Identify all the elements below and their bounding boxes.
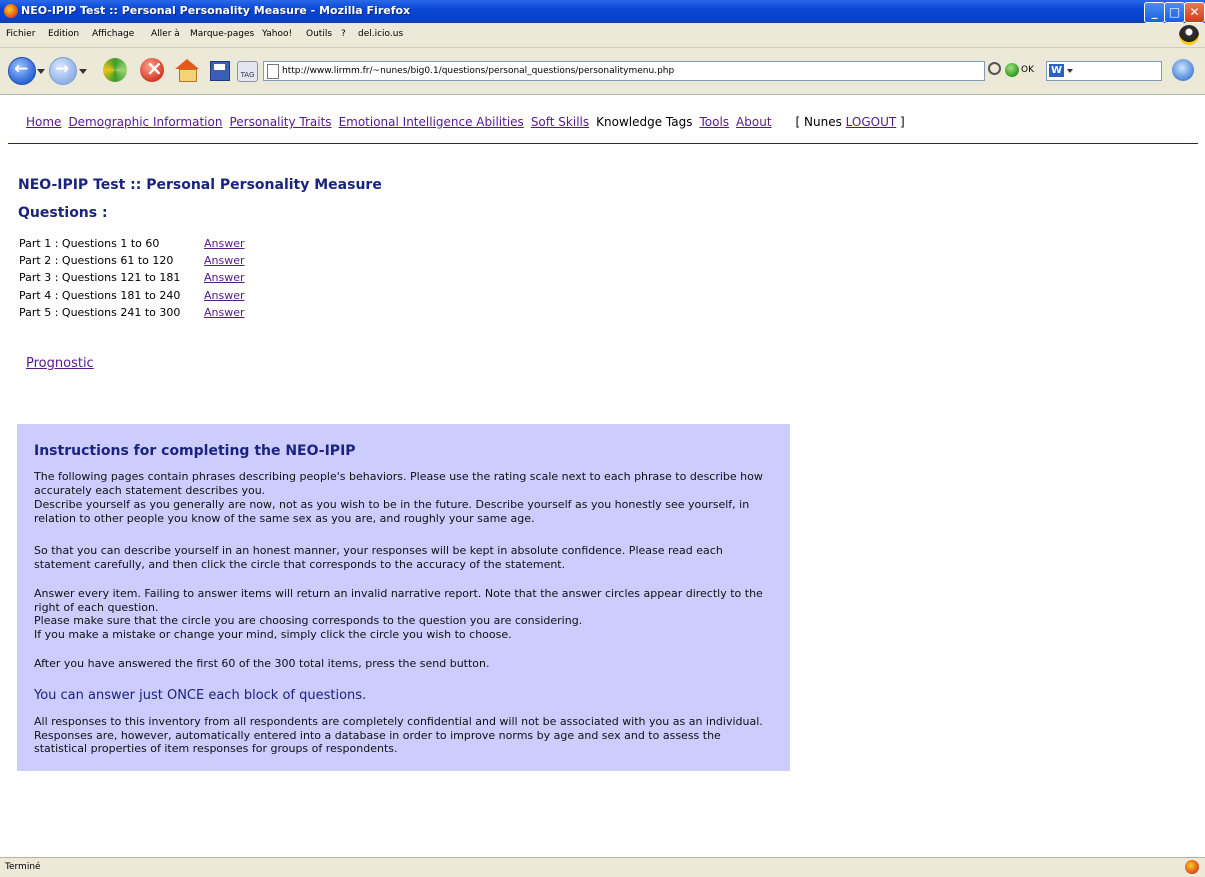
menu-yahoo[interactable]: Yahoo! [262,29,292,39]
w-search-box[interactable]: W [1046,61,1162,81]
go-ok-button[interactable]: OK [1005,61,1034,79]
back-dropdown-icon[interactable] [37,69,45,74]
feed-icon[interactable] [1172,59,1194,81]
menu-fichier[interactable]: Fichier [6,29,35,39]
part-label: Part 4 : Questions 181 to 240 [19,288,181,302]
menu-bar: Fichier Edition Affichage Aller à Marque… [0,23,1205,48]
save-icon[interactable] [210,61,230,81]
home-icon [175,59,199,69]
forward-button[interactable] [49,57,77,85]
menu-delicious[interactable]: del.icio.us [358,29,403,39]
nav-knowledge-tags: Knowledge Tags [596,115,693,129]
window-title: NEO-IPIP Test :: Personal Personality Me… [21,4,411,17]
nav-about[interactable]: About [736,115,771,129]
firefox-status-icon[interactable] [1185,860,1199,874]
back-button[interactable] [8,57,36,85]
instructions-paragraph: If you make a mistake or change your min… [34,628,512,641]
go-arrow-icon [1005,62,1019,77]
close-button[interactable]: ✕ [1184,2,1205,23]
prognostic-link[interactable]: Prognostic [26,356,94,371]
menu-aller-a[interactable]: Aller à [151,29,180,39]
logout-link[interactable]: LOGOUT [846,115,897,129]
menu-help[interactable]: ? [341,29,346,39]
minimize-button[interactable]: _ [1144,2,1165,23]
instructions-paragraph: Answer every item. Failing to answer ite… [34,587,763,614]
instructions-paragraph: So that you can describe yourself in an … [34,544,723,571]
address-bar[interactable] [263,61,985,81]
questions-heading: Questions : [18,205,108,221]
part-label: Part 3 : Questions 121 to 181 [19,271,181,285]
instructions-paragraph: The following pages contain phrases desc… [34,470,763,497]
reload-button[interactable] [103,58,127,82]
answer-once-notice: You can answer just ONCE each block of q… [34,688,367,703]
nav-tools[interactable]: Tools [699,115,729,129]
page-title: NEO-IPIP Test :: Personal Personality Me… [18,177,382,193]
instructions-paragraph: All responses to this inventory from all… [34,715,763,756]
nav-personality-traits[interactable]: Personality Traits [229,115,331,129]
instructions-paragraph: After you have answered the first 60 of … [34,657,490,670]
list-item: Part 4 : Questions 181 to 240 Answer [19,287,245,304]
instructions-paragraph: Please make sure that the circle you are… [34,614,583,627]
page-content: Home Demographic Information Personality T… [0,95,1205,857]
status-text: Terminé [5,862,41,872]
go-circle-icon[interactable] [988,62,1001,75]
throbber-icon [1179,25,1199,45]
tag-button[interactable]: TAG [237,61,258,82]
nav-home[interactable]: Home [26,115,61,129]
url-input[interactable] [282,63,972,78]
answer-link[interactable]: Answer [204,289,245,302]
part-label: Part 2 : Questions 61 to 120 [19,254,174,268]
firefox-icon [4,4,18,18]
instructions-heading: Instructions for completing the NEO-IPIP [34,443,356,459]
nav-demographic-information[interactable]: Demographic Information [68,115,222,129]
nav-emotional-intelligence[interactable]: Emotional Intelligence Abilities [339,115,524,129]
menu-affichage[interactable]: Affichage [92,29,134,39]
menu-marque-pages[interactable]: Marque-pages [190,29,254,39]
divider [8,143,1198,144]
stop-button[interactable] [140,56,164,82]
site-navigation: Home Demographic Information Personality T… [26,115,905,129]
menu-edition[interactable]: Edition [48,29,79,39]
forward-dropdown-icon[interactable] [79,69,87,74]
answer-link[interactable]: Answer [204,237,245,250]
list-item: Part 1 : Questions 1 to 60 Answer [19,235,245,252]
chevron-down-icon[interactable] [1067,69,1073,73]
home-icon-body [179,69,197,82]
navigation-toolbar: TAG OK W [0,48,1205,95]
part-label: Part 5 : Questions 241 to 300 [19,305,181,319]
menu-outils[interactable]: Outils [306,29,332,39]
answer-link[interactable]: Answer [204,306,245,319]
status-bar: Terminé [0,857,1205,877]
page-icon [267,64,279,79]
answer-link[interactable]: Answer [204,254,245,267]
nav-soft-skills[interactable]: Soft Skills [531,115,589,129]
question-parts-list: Part 1 : Questions 1 to 60 Answer Part 2 … [19,235,245,321]
instructions-paragraph: Describe yourself as you generally are n… [34,498,750,525]
list-item: Part 3 : Questions 121 to 181 Answer [19,269,245,286]
user-suffix: ] [896,115,905,129]
part-label: Part 1 : Questions 1 to 60 [19,237,160,250]
list-item: Part 5 : Questions 241 to 300 Answer [19,304,245,321]
w-logo-icon: W [1049,64,1064,77]
maximize-button[interactable]: □ [1164,2,1185,23]
window-title-bar[interactable]: NEO-IPIP Test :: Personal Personality Me… [0,0,1205,23]
ok-label: OK [1021,65,1034,75]
instructions-panel: Instructions for completing the NEO-IPIP… [17,424,790,771]
answer-link[interactable]: Answer [204,271,245,284]
user-info: [ Nunes LOGOUT ] [796,115,905,129]
home-button[interactable] [175,59,199,82]
user-prefix: [ Nunes [795,115,846,129]
list-item: Part 2 : Questions 61 to 120 Answer [19,252,245,269]
